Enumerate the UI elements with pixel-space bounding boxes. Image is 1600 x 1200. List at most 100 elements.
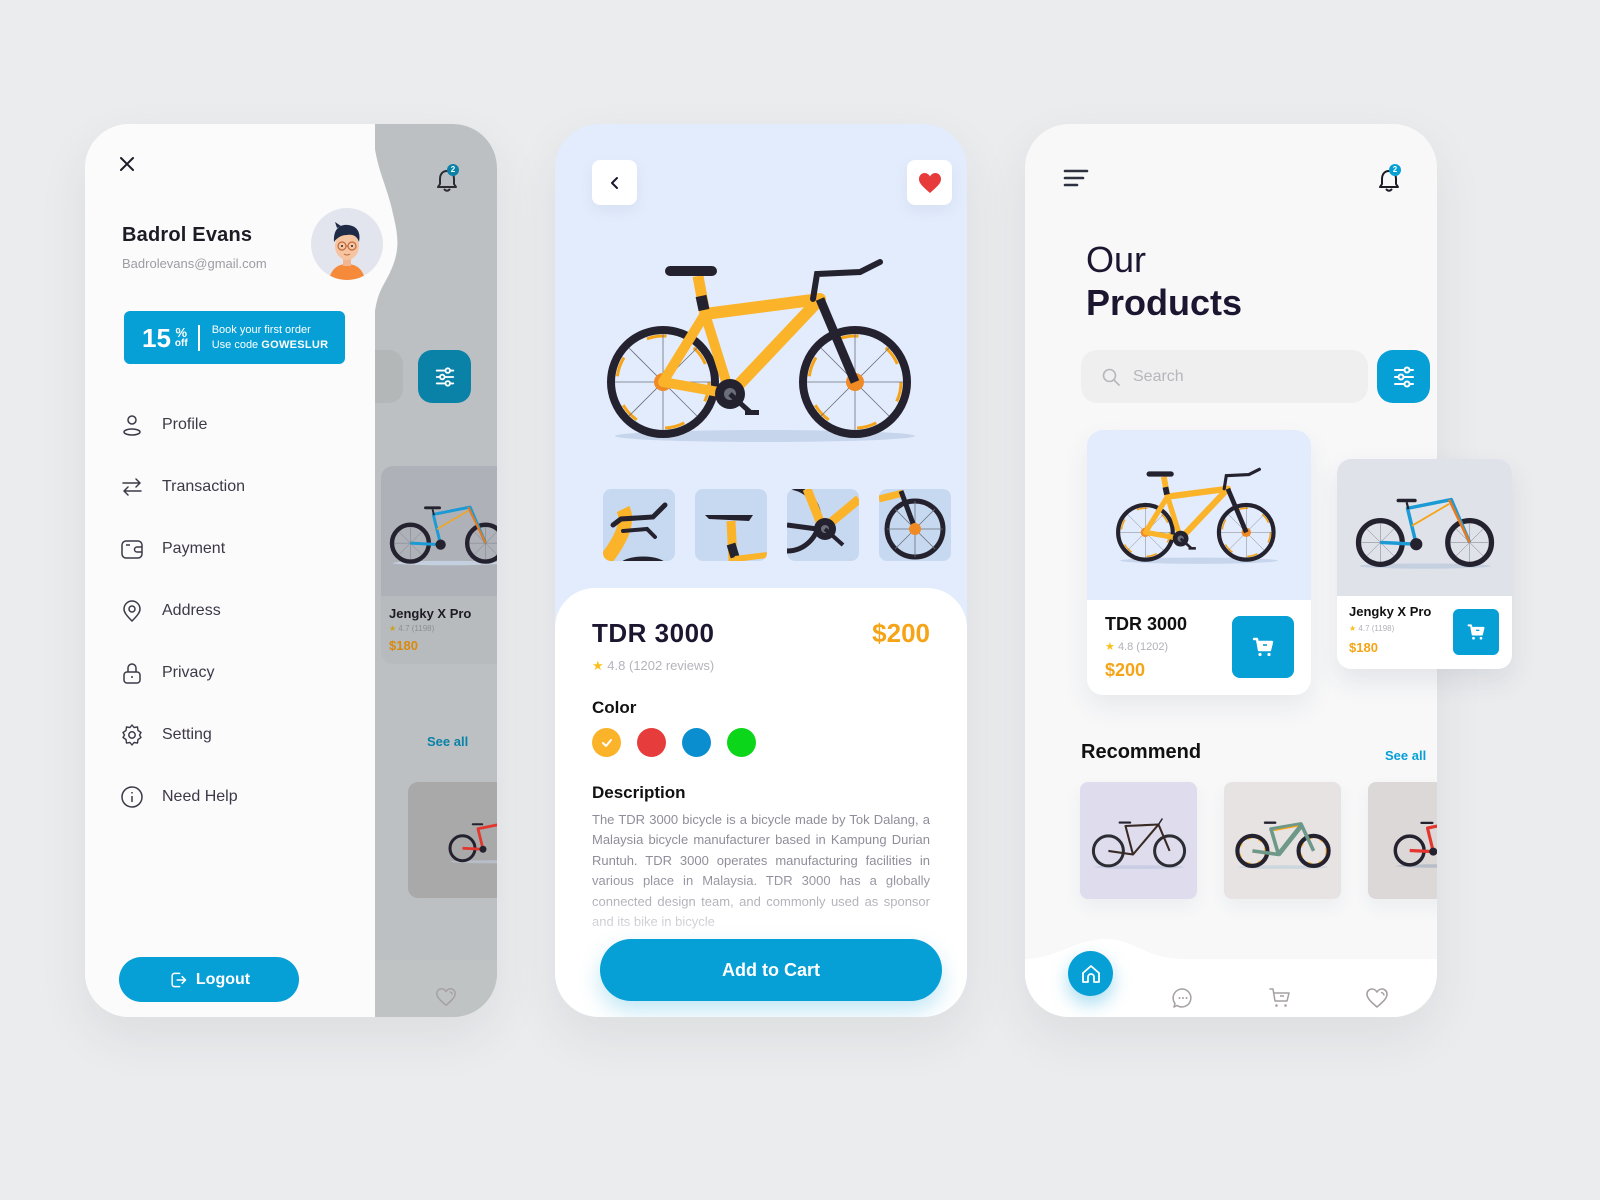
recommend-item[interactable] [1224,782,1341,899]
products-screen: 2 Our Products TDR 3000 ★ 4.8 (1202) $20… [1025,124,1512,1017]
drawer-screen: 2 Jengky X Pro ★ 4.7 (1198) $180 See all… [85,124,497,1017]
product-rating: ★ 4.8 (1202 reviews) [592,658,714,674]
off-label: off [174,337,188,349]
product-name: Jengky X Pro [1349,604,1432,619]
menu-item-address[interactable]: Address [120,580,245,642]
promo-line-1: Book your first order [211,323,311,336]
color-swatches [592,728,756,757]
chat-icon[interactable] [1171,986,1195,1010]
menu-label: Need Help [162,788,238,805]
rating-value: 4.8 [607,658,626,673]
search-bar[interactable] [1081,350,1368,403]
user-icon [123,415,141,436]
chevron-left-icon [610,176,618,189]
review-count: (1202 reviews) [628,658,715,673]
promo-text: Book your first order Use code GOWESLUR [212,323,329,353]
product-price: $200 [1105,660,1146,680]
product-name: TDR 3000 [1105,614,1188,634]
filter-icon [1393,366,1414,387]
promo-percent: % off [174,325,188,349]
recommend-item[interactable] [1080,782,1197,899]
logout-button[interactable]: Logout [119,957,299,1002]
bike-detail-image [603,502,668,561]
gear-icon [122,724,142,746]
color-swatch-green[interactable] [727,728,756,757]
cart-icon [1252,637,1274,658]
promo-code: GOWESLUR [261,338,329,351]
home-icon [1081,964,1100,983]
nav-home-button[interactable] [1068,951,1113,996]
recommend-heading: Recommend [1081,741,1202,763]
promo-divider [197,324,200,351]
color-swatch-blue[interactable] [682,728,711,757]
thumbnail-handlebar[interactable] [603,489,675,561]
menu-label: Transaction [162,478,245,495]
heart-icon[interactable] [1365,986,1389,1010]
back-button[interactable] [592,160,637,205]
star-icon: ★ [1349,624,1357,633]
notification-badge: 2 [447,164,459,176]
star-icon: ★ [592,658,604,673]
avatar[interactable] [311,208,383,280]
add-to-cart-button[interactable] [1232,616,1294,678]
search-input[interactable] [1133,367,1333,386]
bike-detail-image [705,515,767,561]
check-icon [601,738,612,747]
bike-detail-image [879,489,946,560]
menu-item-payment[interactable]: Payment [120,518,245,580]
add-to-cart-button[interactable] [1453,609,1499,655]
product-card[interactable]: TDR 3000 ★ 4.8 (1202) $200 [1087,430,1311,695]
bike-image [1235,812,1331,870]
bike-image [448,821,497,865]
add-to-cart-button[interactable]: Add to Cart [600,939,942,1001]
description-text: The TDR 3000 bicycle is a bicycle made b… [592,812,930,930]
favorite-button[interactable] [907,160,952,205]
menu-label: Profile [162,416,208,433]
filter-icon [435,366,454,387]
color-swatch-red[interactable] [637,728,666,757]
product-price: $180 [1349,640,1378,655]
product-detail-screen: TDR 3000 $200 ★ 4.8 (1202 reviews) Color… [555,124,967,1017]
rating-value: 4.7 [1358,624,1370,633]
transfer-icon [122,478,142,496]
thumbnail-saddle[interactable] [695,489,767,561]
star-icon: ★ [1105,641,1115,653]
heart-icon [436,988,456,1006]
color-swatch-yellow[interactable] [592,728,621,757]
product-rating: ★ 4.8 (1202) [1105,640,1168,653]
menu-item-need-help[interactable]: Need Help [120,766,245,828]
promo-banner[interactable]: 15 % off Book your first order Use code … [124,311,345,364]
menu-item-privacy[interactable]: Privacy [120,642,245,704]
bike-image [1355,486,1495,570]
color-label: Color [592,698,637,717]
heart-filled-icon [918,172,941,193]
lock-icon [123,663,141,684]
bike-image [1393,819,1437,869]
bike-detail-image [787,489,859,554]
promo-line-2: Use code [211,338,262,351]
filter-button[interactable] [1377,350,1430,403]
cart-icon[interactable] [1268,986,1292,1010]
thumbnail-crankset[interactable] [787,489,859,561]
product-rating: ★ 4.7 (1198) [1349,624,1394,633]
page-title-line-2: Products [1086,282,1243,323]
close-icon[interactable] [117,154,137,174]
review-count: (1198) [1371,624,1395,633]
description-label: Description [592,783,686,802]
bike-image [1115,465,1283,565]
product-image [1337,459,1512,596]
menu-item-profile[interactable]: Profile [120,394,245,456]
page-title-line-1: Our [1086,239,1147,280]
logout-icon [171,972,187,987]
menu-item-setting[interactable]: Setting [120,704,245,766]
user-name: Badrol Evans [122,224,253,246]
see-all-link[interactable]: See all [1385,748,1426,763]
hamburger-menu-icon[interactable] [1063,168,1089,188]
notification-badge: 2 [1389,164,1401,176]
recommend-item[interactable] [1368,782,1437,899]
review-count: (1202) [1136,641,1169,653]
thumbnail-front-wheel[interactable] [879,489,951,561]
promo-value: 15 [142,322,171,353]
product-card[interactable]: Jengky X Pro ★ 4.7 (1198) $180 [1337,459,1512,669]
menu-item-transaction[interactable]: Transaction [120,456,245,518]
